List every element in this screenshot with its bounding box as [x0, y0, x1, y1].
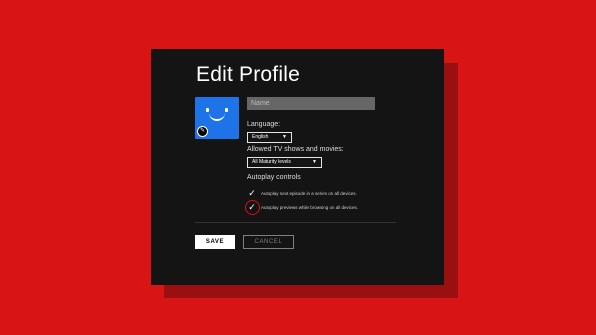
divider [195, 222, 396, 223]
language-label: Language: [247, 121, 281, 128]
maturity-label: Allowed TV shows and movies: [247, 146, 344, 153]
autoplay-previews-label: Autoplay previews while browsing on all … [261, 205, 359, 210]
autoplay-previews-checkbox[interactable]: ✓ [247, 202, 257, 212]
name-input[interactable] [247, 97, 375, 110]
chevron-down-icon: ▼ [282, 134, 287, 140]
profile-avatar[interactable]: ✎ [195, 97, 239, 139]
language-select[interactable]: English ▼ [247, 132, 292, 143]
save-button[interactable]: SAVE [195, 235, 235, 249]
avatar-right-eye [225, 108, 228, 112]
language-selected-value: English [252, 134, 269, 140]
maturity-selected-value: All Maturity levels [252, 159, 291, 165]
cancel-button[interactable]: CANCEL [243, 235, 294, 249]
page-title: Edit Profile [196, 63, 300, 86]
maturity-select[interactable]: All Maturity levels ▼ [247, 157, 322, 168]
edit-profile-dialog: Edit Profile ✎ Language: English ▼ Allow… [151, 49, 444, 285]
smiley-face-icon [209, 112, 225, 121]
autoplay-next-episode-label: Autoplay next episode in a series on all… [261, 191, 357, 196]
chevron-down-icon: ▼ [312, 159, 317, 165]
autoplay-next-episode-checkbox[interactable]: ✓ [247, 188, 257, 198]
autoplay-heading: Autoplay controls [247, 174, 301, 181]
pencil-icon[interactable]: ✎ [197, 126, 208, 137]
